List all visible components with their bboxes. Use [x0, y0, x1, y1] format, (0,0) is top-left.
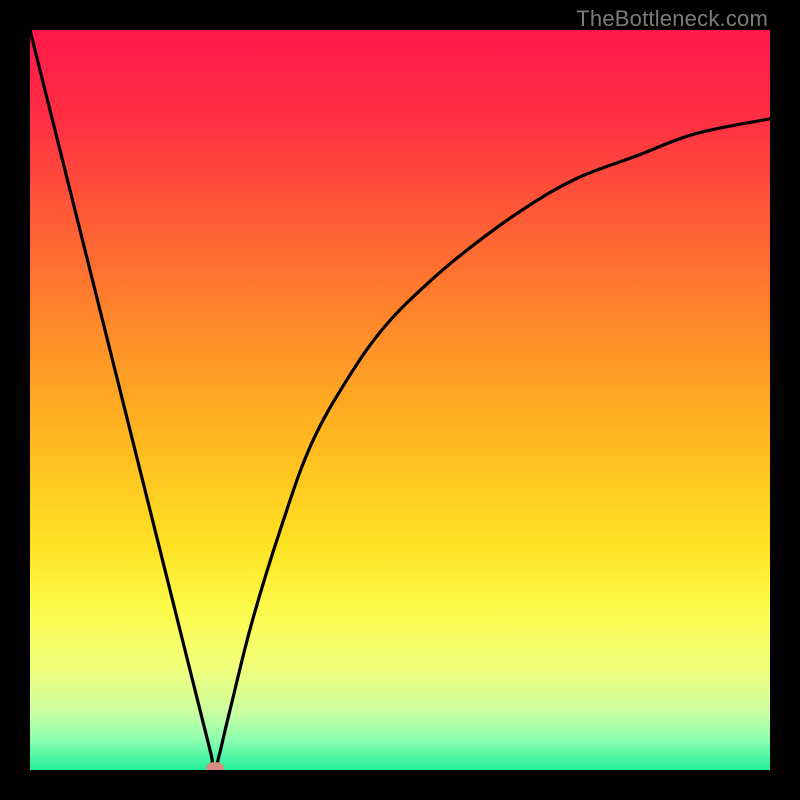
watermark-text: TheBottleneck.com — [576, 6, 768, 32]
chart-frame — [30, 30, 770, 770]
bottleneck-chart — [30, 30, 770, 770]
gradient-background — [30, 30, 770, 770]
